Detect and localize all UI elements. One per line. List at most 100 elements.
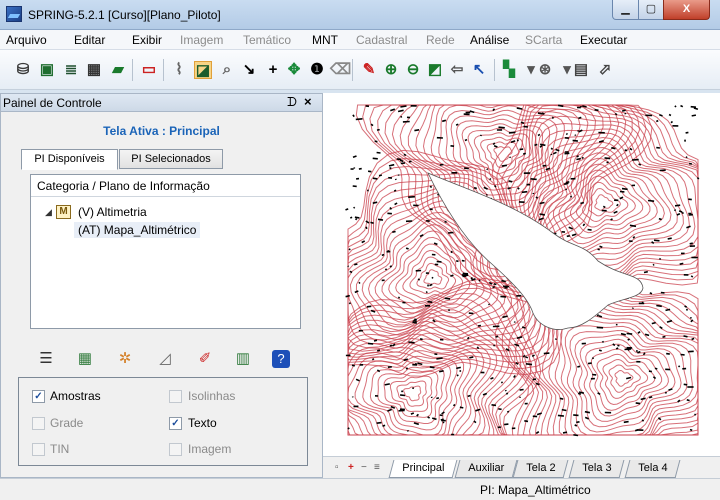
chart-icon[interactable]: ◿ <box>156 350 174 368</box>
menu-analise[interactable]: Análise <box>470 33 509 47</box>
sample-mark <box>372 157 378 160</box>
sample-mark <box>459 406 464 409</box>
sample-mark <box>394 202 398 206</box>
maximize-button[interactable]: ▢ <box>638 0 664 20</box>
select-cursor-icon[interactable]: ⬀ <box>596 61 614 79</box>
list-icon[interactable]: ☰ <box>37 350 55 368</box>
pencil-icon[interactable]: ✐ <box>196 350 214 368</box>
pin-icon[interactable]: ᗪ <box>287 95 297 110</box>
props-icon[interactable]: ▦ <box>76 350 94 368</box>
tab-pi-disponiveis[interactable]: PI Disponíveis <box>21 149 118 170</box>
sample-mark <box>674 204 681 207</box>
palette-icon[interactable]: ✲ <box>116 350 134 368</box>
sample-mark <box>384 268 388 271</box>
imagem-checkbox[interactable] <box>169 443 182 456</box>
sample-mark <box>345 294 351 298</box>
pick-icon[interactable]: ↖ <box>470 61 488 79</box>
pan-icon[interactable]: ✥ <box>285 61 303 79</box>
sample-mark <box>419 234 424 238</box>
menu-cadastral[interactable]: Cadastral <box>356 33 407 47</box>
menu-editar[interactable]: Editar <box>74 33 105 47</box>
tab-auxiliar[interactable]: Auxiliar <box>454 460 518 478</box>
sample-mark <box>584 410 591 414</box>
zoom-icon[interactable]: ⌕ <box>218 61 236 79</box>
title-bar: SPRING-5.2.1 [Curso][Plano_Piloto] ▁ ▢ X <box>0 0 720 30</box>
sample-mark <box>473 420 477 424</box>
close-panel-icon[interactable]: × <box>304 94 312 109</box>
database-icon[interactable]: ⛁ <box>14 61 32 79</box>
sample-mark <box>666 352 670 355</box>
back-icon[interactable]: ⇦ <box>448 61 466 79</box>
altimetric-map[interactable] <box>323 93 720 456</box>
display-icon[interactable]: ◪ <box>194 61 212 79</box>
sample-mark <box>505 392 509 395</box>
eraser-icon[interactable]: ⌫ <box>330 61 351 79</box>
tab-list-icon[interactable]: ≡ <box>374 462 380 473</box>
sample-mark <box>491 404 497 407</box>
table-icon[interactable]: ▤ <box>572 61 590 79</box>
sample-mark <box>693 107 699 111</box>
sample-mark <box>525 363 533 366</box>
sample-mark <box>488 303 491 306</box>
query-icon[interactable]: ⊛ <box>536 61 554 79</box>
sample-mark <box>601 340 605 343</box>
zoom-area-icon[interactable]: ◩ <box>426 61 444 79</box>
menu-exibir[interactable]: Exibir <box>132 33 162 47</box>
close-window-button[interactable]: X <box>663 0 710 20</box>
pointer-icon[interactable]: ↘ <box>240 61 258 79</box>
attributes-icon[interactable]: ▥ <box>234 350 252 368</box>
cursor-info-icon[interactable]: ⌇ <box>170 61 188 79</box>
tab-first-icon[interactable]: ▫ <box>335 462 339 473</box>
zoom-in-icon[interactable]: ⊕ <box>382 61 400 79</box>
tab-tela-4[interactable]: Tela 4 <box>624 460 681 478</box>
sample-mark <box>408 160 412 163</box>
sample-mark <box>439 370 444 373</box>
edit-icon[interactable]: ✎ <box>360 61 378 79</box>
grid-icon[interactable]: ▦ <box>85 61 103 79</box>
menu-scarta[interactable]: SCarta <box>525 33 562 47</box>
tab-tela-2[interactable]: Tela 2 <box>512 460 569 478</box>
category-altimetria[interactable]: (V) Altimetria <box>78 205 147 219</box>
layers-icon[interactable]: ≣ <box>62 61 80 79</box>
menu-executar[interactable]: Executar <box>580 33 627 47</box>
zoom-out-icon[interactable]: ⊖ <box>404 61 422 79</box>
add-icon[interactable]: + <box>264 61 282 79</box>
tin-checkbox[interactable] <box>32 443 45 456</box>
sample-mark <box>504 423 509 426</box>
minimize-button[interactable]: ▁ <box>612 0 639 20</box>
tab-tela-3[interactable]: Tela 3 <box>568 460 625 478</box>
tab-principal[interactable]: Principal <box>388 460 458 478</box>
status-bar: PI: Mapa_Altimétrico <box>0 478 720 500</box>
window-icon[interactable]: ▭ <box>140 61 158 79</box>
sample-mark <box>442 421 445 424</box>
tab-add-icon[interactable]: + <box>348 462 354 473</box>
expand-arrow-icon[interactable]: ◢ <box>45 207 52 218</box>
sample-mark <box>429 283 433 287</box>
sample-mark <box>476 346 480 350</box>
menu-arquivo[interactable]: Arquivo <box>6 33 47 47</box>
amostras-checkbox[interactable]: ✓ <box>32 390 45 403</box>
contour-line <box>403 385 422 402</box>
sample-mark <box>367 170 372 173</box>
project-icon[interactable]: ▣ <box>38 61 56 79</box>
contour-line <box>347 292 527 436</box>
sample-mark <box>658 257 662 261</box>
color-icon[interactable]: ▚ <box>500 61 518 79</box>
grade-checkbox[interactable] <box>32 417 45 430</box>
draw-polygon-icon[interactable]: ▰ <box>109 61 127 79</box>
menu-tematico[interactable]: Temático <box>243 33 291 47</box>
help-icon[interactable]: ? <box>272 350 290 368</box>
isolinhas-checkbox[interactable] <box>169 390 182 403</box>
tab-remove-icon[interactable]: − <box>361 462 367 473</box>
info-icon[interactable]: ❶ <box>308 61 326 79</box>
map-canvas[interactable] <box>323 93 720 456</box>
plan-mapa-altimetrico[interactable]: (AT) Mapa_Altimétrico <box>74 222 201 238</box>
tab-pi-selecionados[interactable]: PI Selecionados <box>119 149 223 169</box>
sample-mark <box>647 199 655 202</box>
grade-label: Grade <box>50 416 84 430</box>
menu-mnt[interactable]: MNT <box>312 33 338 47</box>
texto-checkbox[interactable]: ✓ <box>169 417 182 430</box>
sample-mark <box>577 365 581 368</box>
menu-imagem[interactable]: Imagem <box>180 33 223 47</box>
menu-rede[interactable]: Rede <box>426 33 455 47</box>
